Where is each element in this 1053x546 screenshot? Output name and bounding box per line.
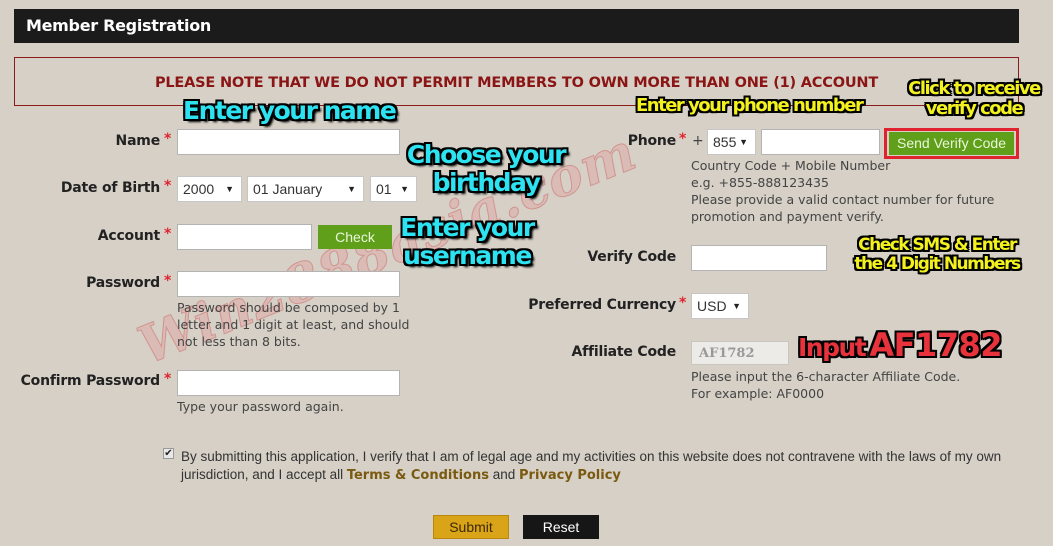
- annotation-enter-phone: Enter your phone number: [636, 95, 864, 116]
- annotation-line: Enter your: [400, 213, 535, 242]
- send-verify-code-button[interactable]: Send Verify Code: [889, 132, 1014, 155]
- reset-button[interactable]: Reset: [523, 515, 599, 539]
- annotation-line: Click to receive: [908, 78, 1041, 99]
- notice-text: PLEASE NOTE THAT WE DO NOT PERMIT MEMBER…: [154, 75, 879, 91]
- annotation-input-affiliate: Input AF1782: [798, 326, 1003, 364]
- agreement-text: By submitting this application, I verify…: [181, 448, 1021, 485]
- required-marker: *: [679, 131, 687, 147]
- privacy-link[interactable]: Privacy Policy: [519, 468, 621, 483]
- dob-label: Date of Birth: [60, 180, 160, 196]
- annotation-line: username: [403, 240, 532, 270]
- dropdown-arrow-icon: ▼: [347, 184, 356, 194]
- required-marker: *: [164, 273, 172, 289]
- annotation-click-receive: Click to receive verify code: [898, 79, 1050, 119]
- annotation-line: birthday: [432, 167, 541, 197]
- annotation-line: the 4 Digit Numbers: [854, 253, 1021, 274]
- account-label: Account: [97, 228, 160, 244]
- affiliate-help-line: Please input the 6-character Affiliate C…: [691, 369, 961, 384]
- annotation-input-code: AF1782: [869, 326, 1003, 364]
- annotation-enter-username: Enter your username: [396, 214, 538, 269]
- affiliate-code-input[interactable]: AF1782: [691, 341, 789, 365]
- agreement-and: and: [488, 467, 519, 482]
- confirm-password-help: Type your password again.: [177, 399, 344, 414]
- currency-label: Preferred Currency: [528, 297, 676, 313]
- confirm-password-label: Confirm Password: [20, 373, 161, 389]
- plus-sign: +: [692, 133, 704, 149]
- phone-help-line: e.g. +855-888123435: [691, 175, 829, 190]
- agreement-checkbox[interactable]: ✔: [163, 448, 174, 459]
- affiliate-help: Please input the 6-character Affiliate C…: [691, 368, 1011, 402]
- required-marker: *: [164, 131, 172, 147]
- page-title: Member Registration: [26, 16, 211, 35]
- terms-link[interactable]: Terms & Conditions: [347, 468, 489, 483]
- currency-select[interactable]: USD ▼: [691, 293, 749, 319]
- dropdown-arrow-icon: ▼: [732, 301, 741, 311]
- annotation-input-prefix: Input: [798, 333, 867, 362]
- country-code-value: 855: [713, 134, 737, 150]
- annotation-check-sms: Check SMS & Enter the 4 Digit Numbers: [838, 236, 1036, 273]
- required-marker: *: [164, 371, 172, 387]
- check-icon: ✔: [164, 448, 173, 459]
- phone-input[interactable]: [761, 129, 880, 155]
- confirm-password-input[interactable]: [177, 370, 400, 396]
- phone-help: Country Code + Mobile Number e.g. +855-8…: [691, 157, 1011, 225]
- currency-value: USD: [697, 298, 727, 314]
- affiliate-help-line: For example: AF0000: [691, 386, 825, 401]
- name-input[interactable]: [177, 129, 400, 155]
- dob-day-value: 01: [376, 181, 392, 197]
- country-code-select[interactable]: 855 ▼: [707, 129, 756, 155]
- dob-year-select[interactable]: 2000 ▼: [177, 176, 242, 202]
- verify-code-label: Verify Code: [587, 249, 676, 265]
- password-input[interactable]: [177, 271, 400, 297]
- phone-help-line: Please provide a valid contact number fo…: [691, 192, 995, 207]
- required-marker: *: [164, 226, 172, 242]
- required-marker: *: [679, 295, 687, 311]
- annotation-line: Check SMS & Enter: [858, 235, 1017, 255]
- annotation-enter-name: Enter your name: [183, 96, 397, 125]
- verify-code-input[interactable]: [691, 245, 827, 271]
- phone-label: Phone: [627, 133, 677, 149]
- password-help: Password should be composed by 1 letter …: [177, 300, 410, 349]
- dropdown-arrow-icon: ▼: [225, 184, 234, 194]
- page-header: Member Registration: [14, 9, 1019, 43]
- check-account-button[interactable]: Check: [318, 225, 392, 249]
- account-input[interactable]: [177, 224, 312, 250]
- password-label: Password: [86, 275, 160, 291]
- send-verify-highlight: Send Verify Code: [884, 128, 1019, 159]
- annotation-choose-birthday: Choose your birthday: [400, 141, 572, 196]
- dob-year-value: 2000: [183, 181, 215, 197]
- dob-month-value: 01 January: [253, 181, 323, 197]
- dropdown-arrow-icon: ▼: [739, 137, 748, 147]
- affiliate-label: Affiliate Code: [571, 344, 676, 360]
- phone-help-line: promotion and payment verify.: [691, 209, 884, 224]
- phone-help-line: Country Code + Mobile Number: [691, 158, 891, 173]
- required-marker: *: [164, 178, 172, 194]
- name-label: Name: [115, 133, 161, 149]
- notice-banner: PLEASE NOTE THAT WE DO NOT PERMIT MEMBER…: [14, 57, 1019, 106]
- dob-month-select[interactable]: 01 January ▼: [247, 176, 364, 202]
- submit-button[interactable]: Submit: [433, 515, 509, 539]
- annotation-line: Choose your: [406, 140, 567, 169]
- annotation-line: verify code: [925, 97, 1024, 119]
